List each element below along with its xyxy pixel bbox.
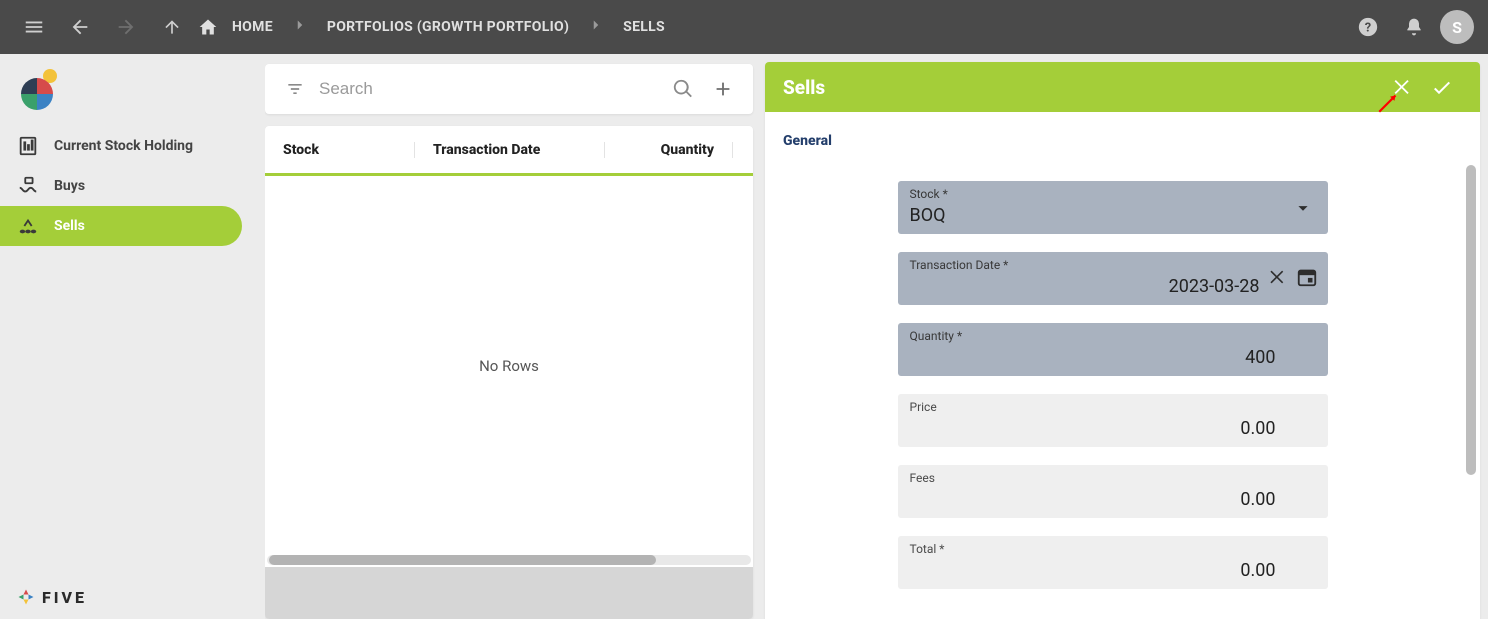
- buys-icon: [16, 175, 40, 197]
- detail-panel: Sells General Stock *: [765, 62, 1480, 619]
- field-value: 0.00: [910, 418, 1316, 439]
- brand-icon: [16, 587, 36, 607]
- form-area: Stock * BOQ Transaction Date * 2023-03-2…: [765, 161, 1460, 619]
- brand-footer: FIVE: [16, 587, 87, 607]
- bell-icon[interactable]: [1394, 7, 1434, 47]
- sidebar-item-label: Buys: [54, 178, 85, 194]
- sidebar-item-buys[interactable]: Buys: [0, 166, 265, 206]
- add-button[interactable]: [703, 78, 743, 100]
- sidebar-item-sells[interactable]: Sells: [0, 206, 242, 246]
- col-quantity[interactable]: Quantity: [605, 142, 733, 158]
- home-icon: [198, 17, 218, 37]
- top-bar: HOME PORTFOLIOS (GROWTH PORTFOLIO) SELLS…: [0, 0, 1488, 54]
- list-table: Stock Transaction Date Quantity No Rows: [265, 126, 753, 619]
- breadcrumb: HOME PORTFOLIOS (GROWTH PORTFOLIO) SELLS: [198, 13, 675, 41]
- hscroll-track[interactable]: [267, 555, 751, 565]
- col-transaction-date[interactable]: Transaction Date: [415, 142, 605, 158]
- vscroll-thumb[interactable]: [1466, 165, 1476, 475]
- field-label: Transaction Date *: [910, 258, 1316, 272]
- up-icon[interactable]: [152, 7, 192, 47]
- clear-icon[interactable]: [1268, 267, 1288, 291]
- total-field[interactable]: Total * 0.00: [898, 536, 1328, 589]
- quantity-field[interactable]: Quantity * 400: [898, 323, 1328, 376]
- field-label: Quantity *: [910, 329, 1316, 343]
- field-value: 400: [910, 347, 1316, 368]
- col-stock[interactable]: Stock: [265, 142, 415, 158]
- chevron-down-icon[interactable]: [1292, 197, 1314, 219]
- filter-icon[interactable]: [275, 79, 315, 99]
- fees-field[interactable]: Fees 0.00: [898, 465, 1328, 518]
- search-bar: [265, 64, 753, 114]
- breadcrumb-sells[interactable]: SELLS: [613, 13, 675, 41]
- calendar-icon[interactable]: [1296, 266, 1318, 292]
- list-panel: Stock Transaction Date Quantity No Rows: [265, 62, 753, 619]
- search-icon[interactable]: [663, 78, 703, 100]
- search-input[interactable]: [315, 73, 663, 105]
- table-header: Stock Transaction Date Quantity: [265, 126, 753, 176]
- field-value: 0.00: [910, 489, 1316, 510]
- avatar[interactable]: S: [1440, 10, 1474, 44]
- help-icon[interactable]: ?: [1348, 7, 1388, 47]
- field-value: 0.00: [910, 560, 1316, 581]
- stock-field[interactable]: Stock * BOQ: [898, 181, 1328, 234]
- detail-header: Sells: [765, 62, 1480, 112]
- chevron-right-icon: [287, 16, 313, 38]
- app-logo: [14, 68, 60, 114]
- field-label: Total *: [910, 542, 1316, 556]
- save-button[interactable]: [1422, 67, 1462, 107]
- breadcrumb-home[interactable]: HOME: [222, 13, 283, 41]
- table-empty-text: No Rows: [265, 176, 753, 555]
- sidebar: Current Stock Holding Buys Sells FIVE: [0, 54, 265, 619]
- chevron-right-icon: [583, 16, 609, 38]
- menu-icon[interactable]: [14, 7, 54, 47]
- sidebar-item-label: Current Stock Holding: [54, 138, 193, 154]
- field-value: BOQ: [910, 205, 976, 226]
- cancel-button[interactable]: [1382, 67, 1422, 107]
- transaction-date-field[interactable]: Transaction Date * 2023-03-28: [898, 252, 1328, 305]
- price-field[interactable]: Price 0.00: [898, 394, 1328, 447]
- breadcrumb-portfolios[interactable]: PORTFOLIOS (GROWTH PORTFOLIO): [317, 13, 579, 41]
- field-label: Price: [910, 400, 1316, 414]
- field-label: Fees: [910, 471, 1316, 485]
- sidebar-item-label: Sells: [54, 218, 85, 234]
- brand-text: FIVE: [42, 588, 87, 607]
- hscroll-thumb[interactable]: [269, 555, 656, 565]
- svg-text:?: ?: [1365, 21, 1371, 36]
- field-label: Stock *: [910, 187, 1316, 201]
- forward-icon: [106, 7, 146, 47]
- detail-title: Sells: [783, 76, 1382, 99]
- holdings-icon: [16, 135, 40, 157]
- back-icon[interactable]: [60, 7, 100, 47]
- field-value: 2023-03-28: [910, 276, 1316, 297]
- sells-icon: [16, 215, 40, 237]
- tab-general[interactable]: General: [783, 133, 832, 155]
- sidebar-item-current-stock-holding[interactable]: Current Stock Holding: [0, 126, 265, 166]
